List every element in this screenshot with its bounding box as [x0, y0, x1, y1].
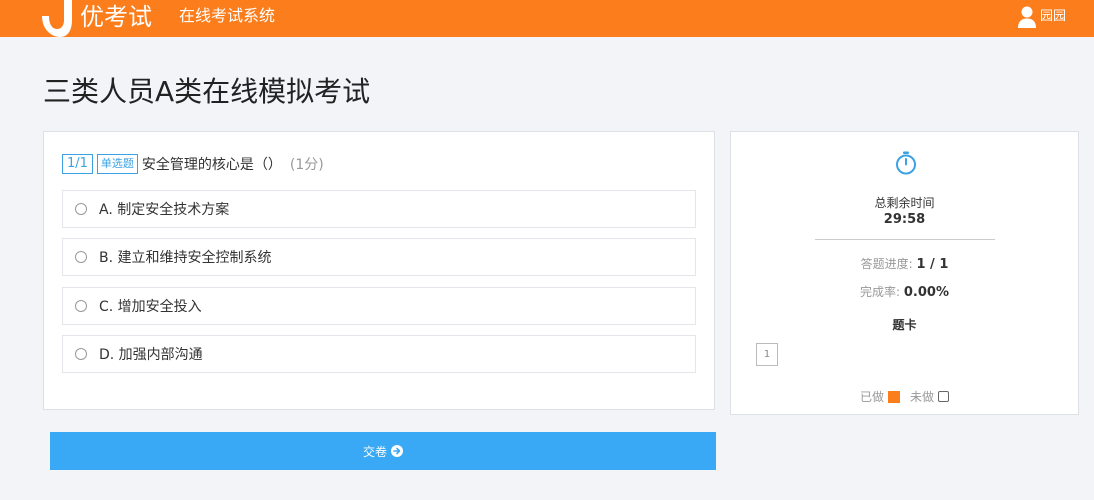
radio-icon[interactable]: [75, 300, 87, 312]
answer-progress: 答题进度: 1 / 1: [731, 255, 1078, 272]
option-label: D. 加强内部沟通: [99, 347, 203, 363]
todo-swatch-icon: [938, 391, 950, 402]
option-label: C. 增加安全投入: [99, 299, 202, 315]
logo-text: 优考试: [80, 3, 152, 31]
stopwatch-icon: [896, 151, 916, 175]
question-header: 1/1 单选题 安全管理的核心是（） (1分): [62, 153, 324, 175]
question-card: 1/1 单选题 安全管理的核心是（） (1分) A. 制定安全技术方案 B. 建…: [43, 131, 715, 410]
user-menu[interactable]: 园园: [1017, 5, 1066, 29]
radio-icon[interactable]: [75, 203, 87, 215]
rate-label: 完成率:: [860, 285, 901, 299]
radio-icon[interactable]: [75, 348, 87, 360]
rate-value: 0.00%: [903, 285, 949, 300]
time-remaining-label: 总剩余时间: [874, 196, 935, 210]
progress-label: 答题进度:: [860, 257, 913, 271]
option-d[interactable]: D. 加强内部沟通: [62, 335, 696, 373]
divider: [815, 239, 995, 240]
question-score: (1分): [289, 157, 324, 173]
submit-label: 交卷: [362, 444, 387, 459]
submit-exam-button[interactable]: 交卷: [50, 432, 716, 470]
question-type-badge: 单选题: [96, 154, 138, 174]
option-b[interactable]: B. 建立和维持安全控制系统: [62, 238, 696, 276]
system-name: 在线考试系统: [179, 6, 276, 25]
arrow-circle-right-icon: [391, 445, 403, 457]
progress-value: 1 / 1: [916, 257, 949, 272]
option-label: A. 制定安全技术方案: [99, 202, 230, 218]
option-label: B. 建立和维持安全控制系统: [99, 250, 272, 266]
page-title: 三类人员A类在线模拟考试: [43, 75, 371, 108]
legend: 已做 未做: [731, 388, 1078, 405]
user-name: 园园: [1039, 9, 1066, 24]
radio-icon[interactable]: [75, 251, 87, 263]
answer-card-cell[interactable]: 1: [756, 343, 778, 366]
answer-card-title: 题卡: [892, 318, 917, 332]
question-number-badge: 1/1: [62, 154, 93, 174]
user-icon: [1017, 6, 1036, 28]
top-bar: 优考试 在线考试系统 园园: [0, 0, 1094, 37]
question-text: 安全管理的核心是（）: [141, 157, 282, 173]
exam-status-panel: 总剩余时间 29:58 答题进度: 1 / 1 完成率: 0.00% 题卡 1 …: [730, 131, 1079, 415]
option-a[interactable]: A. 制定安全技术方案: [62, 190, 696, 228]
legend-done-label: 已做: [859, 390, 884, 404]
completion-rate: 完成率: 0.00%: [731, 283, 1078, 300]
logo-icon: [42, 0, 72, 37]
time-remaining-value: 29:58: [883, 212, 926, 227]
option-c[interactable]: C. 增加安全投入: [62, 287, 696, 325]
done-swatch-icon: [888, 390, 900, 403]
legend-todo-label: 未做: [910, 390, 935, 404]
